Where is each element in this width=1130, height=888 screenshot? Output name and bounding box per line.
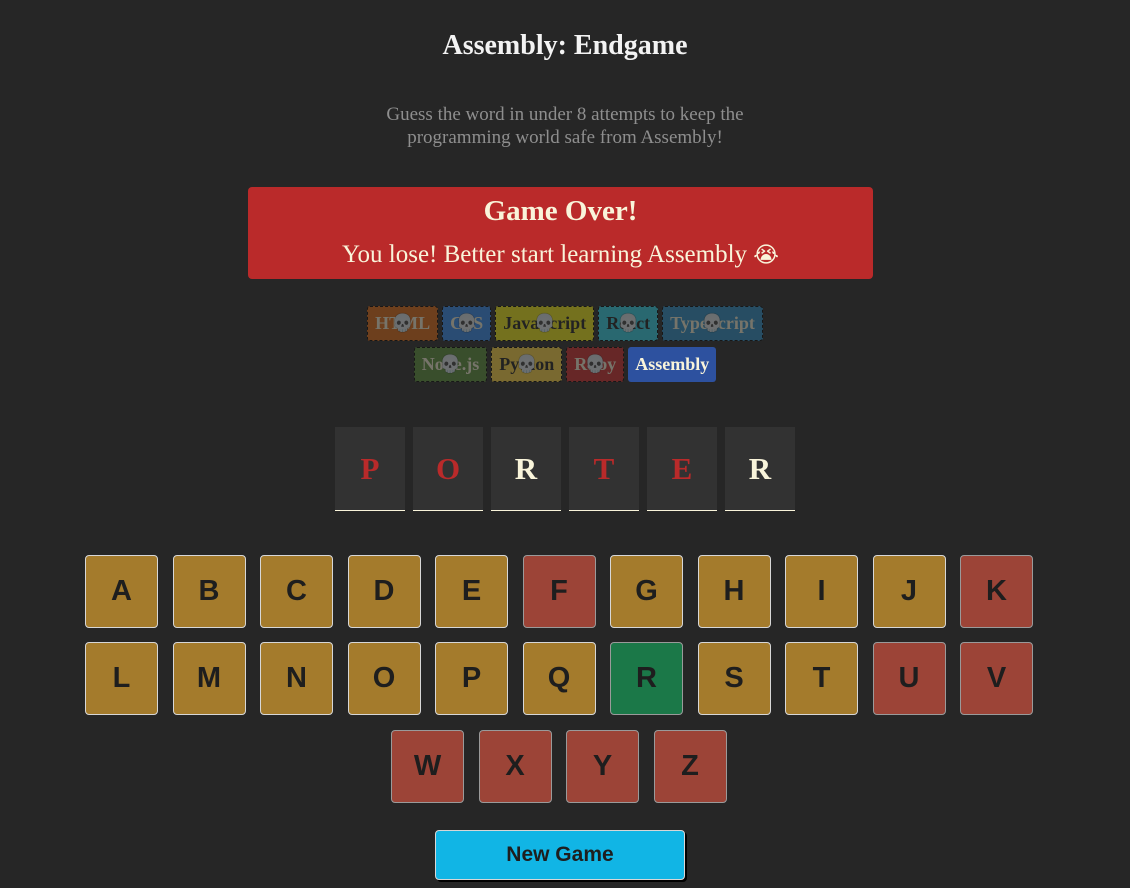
word-letter: R <box>491 427 561 511</box>
key-w[interactable]: W <box>391 730 464 803</box>
key-s[interactable]: S <box>697 642 771 715</box>
language-chip-typescript: TypeScript 💀 <box>662 306 763 341</box>
subtitle-line-1: Guess the word in under 8 attempts to ke… <box>386 104 744 125</box>
language-chip-css: CSS 💀 <box>442 306 492 341</box>
key-x[interactable]: X <box>478 730 552 803</box>
skull-icon: 💀 <box>584 354 606 374</box>
game-status-banner: Game Over! You lose! Better start learni… <box>248 187 873 279</box>
language-chip-javascript: JavaScript 💀 <box>495 306 595 341</box>
key-g[interactable]: G <box>610 555 683 628</box>
game-status-text: You lose! Better start learning Assembly <box>341 241 748 268</box>
skull-icon: 💀 <box>617 313 639 333</box>
word-letter: E <box>647 427 717 511</box>
language-chips-row-2: Node.js 💀 Python 💀 Ruby 💀 Assembly <box>0 347 1130 382</box>
skull-icon: 💀 <box>701 313 724 333</box>
key-k[interactable]: K <box>960 555 1033 628</box>
word-display: PORTER <box>0 427 1130 511</box>
word-letter: P <box>335 427 405 511</box>
language-chip-ruby: Ruby 💀 <box>566 347 625 382</box>
page-title: Assembly: Endgame <box>442 30 688 61</box>
key-h[interactable]: H <box>697 555 771 628</box>
key-t[interactable]: T <box>785 642 858 715</box>
key-r[interactable]: R <box>610 642 683 715</box>
word-letter: T <box>569 427 639 511</box>
word-letter: O <box>413 427 483 511</box>
key-d[interactable]: D <box>347 555 421 628</box>
key-a[interactable]: A <box>85 555 158 628</box>
language-chip-html: HTML 💀 <box>367 306 439 341</box>
key-q[interactable]: Q <box>522 642 596 715</box>
key-v[interactable]: V <box>960 642 1033 715</box>
language-chip-label: Assembly <box>635 354 710 374</box>
key-e[interactable]: E <box>435 555 508 628</box>
language-chip-nodejs: Node.js 💀 <box>413 347 488 382</box>
language-chip-react: React 💀 <box>598 306 659 341</box>
word-letter: R <box>725 427 795 511</box>
subtitle-line-2: programming world safe from Assembly! <box>407 127 723 148</box>
skull-icon: 💀 <box>439 354 462 374</box>
key-o[interactable]: O <box>347 642 421 715</box>
key-p[interactable]: P <box>435 642 508 715</box>
key-l[interactable]: L <box>85 642 158 715</box>
key-z[interactable]: Z <box>653 730 727 803</box>
skull-icon: 💀 <box>516 354 538 374</box>
skull-icon: 💀 <box>392 313 414 333</box>
key-c[interactable]: C <box>260 555 333 628</box>
language-chip-assembly: Assembly <box>628 347 717 382</box>
skull-icon: 💀 <box>534 313 556 333</box>
subtitle: Guess the word in under 8 attempts to ke… <box>0 103 1130 149</box>
key-u[interactable]: U <box>872 642 946 715</box>
key-j[interactable]: J <box>872 555 946 628</box>
language-chip-python: Python 💀 <box>491 347 563 382</box>
key-i[interactable]: I <box>785 555 858 628</box>
key-y[interactable]: Y <box>566 730 639 803</box>
key-m[interactable]: M <box>172 642 246 715</box>
key-f[interactable]: F <box>522 555 596 628</box>
skull-icon: 💀 <box>456 313 478 333</box>
game-status-message: You lose! Better start learning Assembly… <box>248 240 873 271</box>
crying-face-icon: 😭 <box>753 243 780 268</box>
key-n[interactable]: N <box>260 642 333 715</box>
language-chips-row-1: HTML 💀 CSS 💀 JavaScript 💀 React 💀 TypeScript 💀 <box>0 306 1130 341</box>
key-b[interactable]: B <box>172 555 246 628</box>
new-game-button[interactable]: New Game <box>435 830 685 880</box>
game-status-title: Game Over! <box>483 195 638 227</box>
